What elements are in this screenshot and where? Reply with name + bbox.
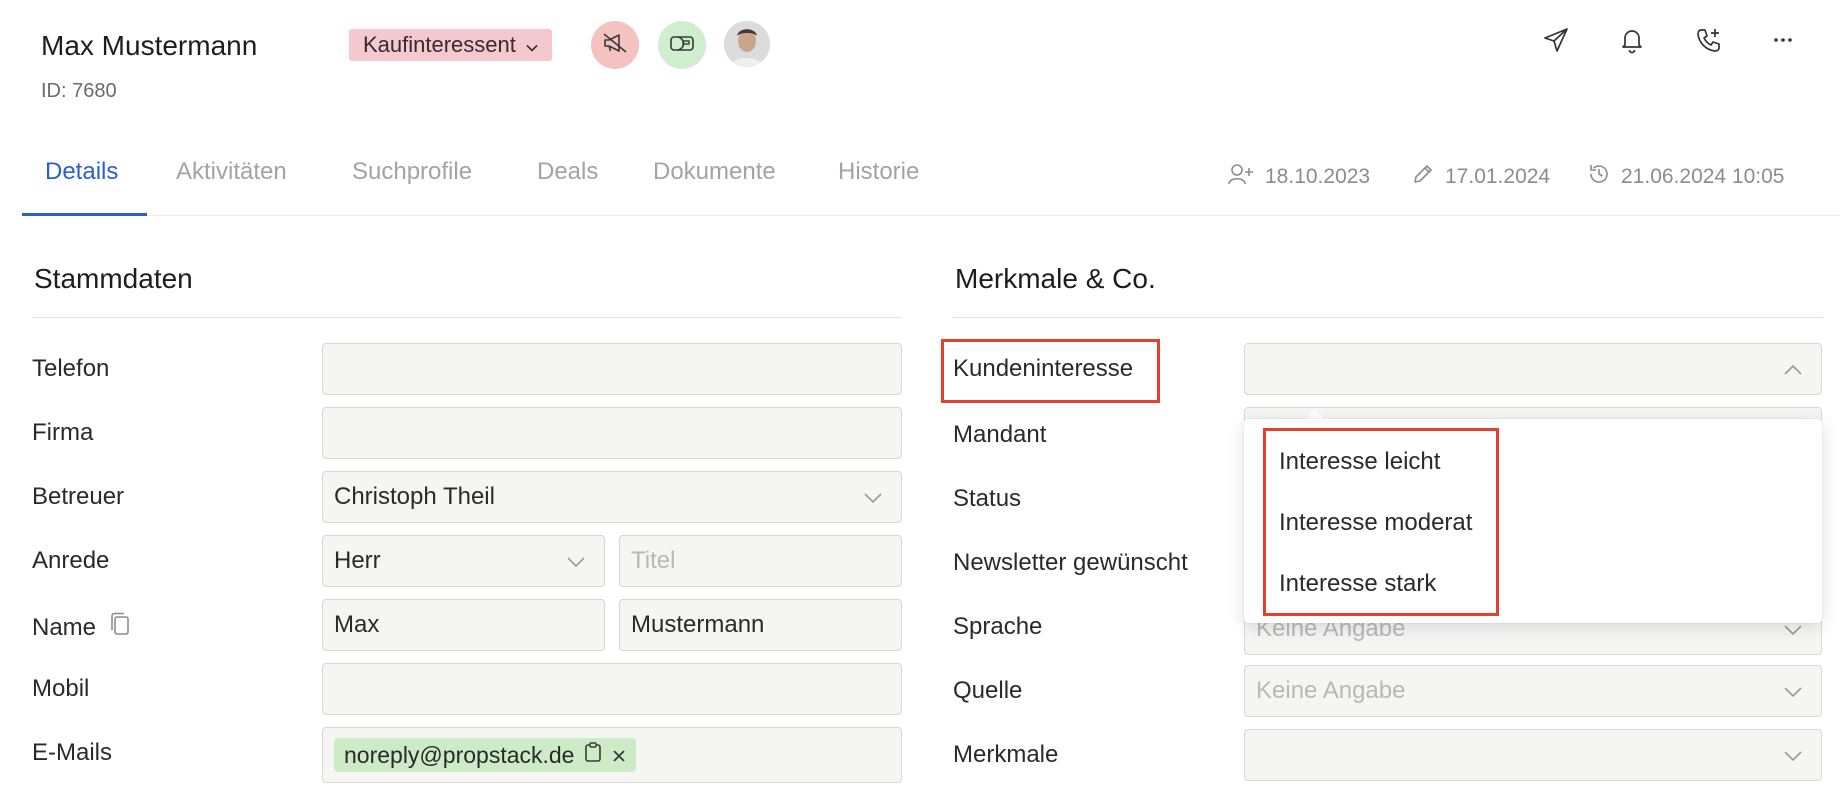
- stammdaten-divider: [32, 317, 902, 318]
- betreuer-label: Betreuer: [32, 483, 125, 510]
- option-interesse-moderat[interactable]: Interesse moderat: [1279, 509, 1472, 537]
- option-interesse-leicht[interactable]: Interesse leicht: [1279, 448, 1440, 476]
- pencil-icon: [1411, 162, 1435, 192]
- merkmale-label: Merkmale: [953, 741, 1059, 768]
- status-label: Status: [953, 485, 1022, 512]
- vorname-field[interactable]: Max: [322, 599, 605, 651]
- email-chip: noreply@propstack.de: [334, 738, 637, 772]
- emails-field[interactable]: noreply@propstack.de: [322, 727, 902, 783]
- merkmale-title: Merkmale & Co.: [955, 263, 1156, 294]
- firma-label: Firma: [32, 419, 94, 446]
- created-date-value: 18.10.2023: [1265, 165, 1371, 188]
- kundeninteresse-label: Kundeninteresse: [953, 355, 1134, 382]
- quelle-value: Keine Angabe: [1256, 677, 1406, 704]
- anrede-value: Herr: [334, 547, 381, 574]
- mailbox-icon: [669, 33, 695, 58]
- tab-historie[interactable]: Historie: [838, 158, 919, 186]
- megaphone-off-icon: [602, 32, 628, 59]
- chevron-down-icon: [526, 32, 538, 58]
- stammdaten-title: Stammdaten: [34, 263, 193, 294]
- tab-dokumente[interactable]: Dokumente: [653, 158, 776, 186]
- merkmale-select[interactable]: [1244, 729, 1822, 781]
- sprache-label: Sprache: [953, 613, 1043, 640]
- created-date: 18.10.2023: [1227, 162, 1370, 192]
- mailbox-button[interactable]: [658, 21, 706, 69]
- phone-add-icon[interactable]: [1692, 23, 1726, 57]
- titel-placeholder: Titel: [631, 547, 676, 574]
- kundeninteresse-dropdown: Interesse leicht Interesse moderat Inter…: [1244, 419, 1822, 623]
- contact-id: ID: 7680: [41, 80, 117, 102]
- active-tab-indicator: [22, 213, 147, 216]
- chevron-down-icon: [566, 547, 586, 575]
- user-add-icon: [1227, 162, 1255, 192]
- name-label-group: Name: [32, 611, 132, 644]
- last-activity-date: 21.06.2024 10:05: [1587, 162, 1785, 192]
- quelle-select[interactable]: Keine Angabe: [1244, 665, 1822, 717]
- emails-label: E-Mails: [32, 739, 113, 766]
- merkmale-divider: [953, 317, 1823, 318]
- mobil-label: Mobil: [32, 675, 90, 702]
- copy-icon[interactable]: [108, 611, 132, 644]
- more-icon[interactable]: [1766, 23, 1800, 57]
- tab-details[interactable]: Details: [45, 158, 118, 186]
- contact-type-dropdown[interactable]: Kaufinteressent: [349, 29, 552, 61]
- kundeninteresse-select[interactable]: [1244, 343, 1822, 395]
- tab-suchprofile[interactable]: Suchprofile: [352, 158, 472, 186]
- titel-field[interactable]: Titel: [619, 535, 902, 587]
- no-advertising-button[interactable]: [591, 21, 639, 69]
- tab-deals[interactable]: Deals: [537, 158, 598, 186]
- nachname-value: Mustermann: [631, 611, 765, 638]
- tab-aktivitaeten[interactable]: Aktivitäten: [176, 158, 287, 186]
- anrede-label: Anrede: [32, 547, 110, 574]
- edited-date-value: 17.01.2024: [1445, 165, 1551, 188]
- anrede-select[interactable]: Herr: [322, 535, 605, 587]
- newsletter-label: Newsletter gewünscht: [953, 549, 1188, 576]
- clipboard-icon[interactable]: [584, 741, 602, 769]
- chevron-down-icon: [1783, 741, 1803, 769]
- contact-name: Max Mustermann: [41, 30, 258, 61]
- telefon-field[interactable]: [322, 343, 902, 395]
- mandant-label: Mandant: [953, 421, 1047, 448]
- tabs-divider: [22, 215, 1840, 216]
- remove-icon[interactable]: [612, 742, 626, 769]
- last-activity-value: 21.06.2024 10:05: [1621, 165, 1785, 188]
- chevron-down-icon: [1783, 677, 1803, 705]
- option-interesse-stark[interactable]: Interesse stark: [1279, 570, 1436, 598]
- bell-icon[interactable]: [1615, 23, 1649, 57]
- firma-field[interactable]: [322, 407, 902, 459]
- chevron-down-icon: [863, 483, 883, 511]
- chevron-up-icon: [1783, 355, 1803, 383]
- quelle-label: Quelle: [953, 677, 1023, 704]
- email-value: noreply@propstack.de: [344, 741, 575, 768]
- vorname-value: Max: [334, 611, 380, 638]
- nachname-field[interactable]: Mustermann: [619, 599, 902, 651]
- betreuer-value: Christoph Theil: [334, 483, 495, 510]
- name-label: Name: [32, 613, 97, 641]
- betreuer-select[interactable]: Christoph Theil: [322, 471, 902, 523]
- mobil-field[interactable]: [322, 663, 902, 715]
- avatar[interactable]: [724, 21, 770, 67]
- contact-type-label: Kaufinteressent: [363, 32, 516, 57]
- edited-date: 17.01.2024: [1411, 162, 1550, 192]
- history-icon: [1587, 162, 1611, 192]
- send-icon[interactable]: [1539, 23, 1573, 57]
- telefon-label: Telefon: [32, 355, 110, 382]
